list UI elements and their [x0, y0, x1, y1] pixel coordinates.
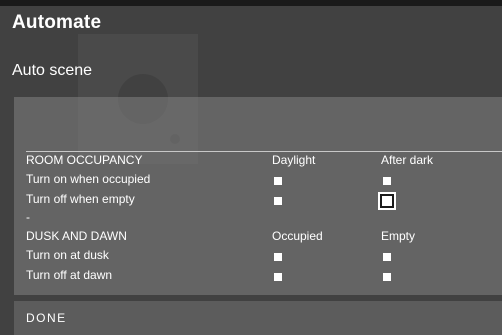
checkbox-off-dawn-occupied[interactable] — [274, 273, 282, 281]
checkbox-off-empty-daylight[interactable] — [274, 197, 282, 205]
row-turn-off-when-empty: Turn off when empty — [26, 192, 135, 206]
checkbox-off-empty-after-dark[interactable] — [380, 194, 394, 208]
app-title: Automate — [12, 12, 102, 33]
checkbox-on-occupied-after-dark[interactable] — [383, 177, 391, 185]
checkbox-on-dusk-occupied[interactable] — [274, 253, 282, 261]
dusk-and-dawn-heading: DUSK AND DAWN — [26, 229, 127, 243]
row-turn-on-when-occupied: Turn on when occupied — [26, 172, 151, 186]
checkbox-on-occupied-daylight[interactable] — [274, 177, 282, 185]
checkbox-off-dawn-empty[interactable] — [383, 273, 391, 281]
automate-screen: Automate Auto scene ROOM OCCUPANCY Dayli… — [0, 6, 502, 335]
settings-panel: ROOM OCCUPANCY Daylight After dark Turn … — [14, 97, 502, 295]
footer-bar: DONE — [14, 301, 502, 335]
column-daylight: Daylight — [272, 153, 316, 167]
column-empty: Empty — [381, 229, 416, 243]
done-button[interactable]: DONE — [26, 311, 67, 325]
checkbox-on-dusk-empty[interactable] — [383, 253, 391, 261]
column-occupied: Occupied — [272, 229, 323, 243]
row-turn-on-at-dusk: Turn on at dusk — [26, 248, 109, 262]
page-title: Auto scene — [12, 62, 93, 79]
section-divider — [26, 151, 502, 152]
section-separator: - — [26, 210, 30, 224]
row-turn-off-at-dawn: Turn off at dawn — [26, 268, 113, 282]
room-occupancy-heading: ROOM OCCUPANCY — [26, 153, 143, 167]
column-after-dark: After dark — [381, 153, 434, 167]
